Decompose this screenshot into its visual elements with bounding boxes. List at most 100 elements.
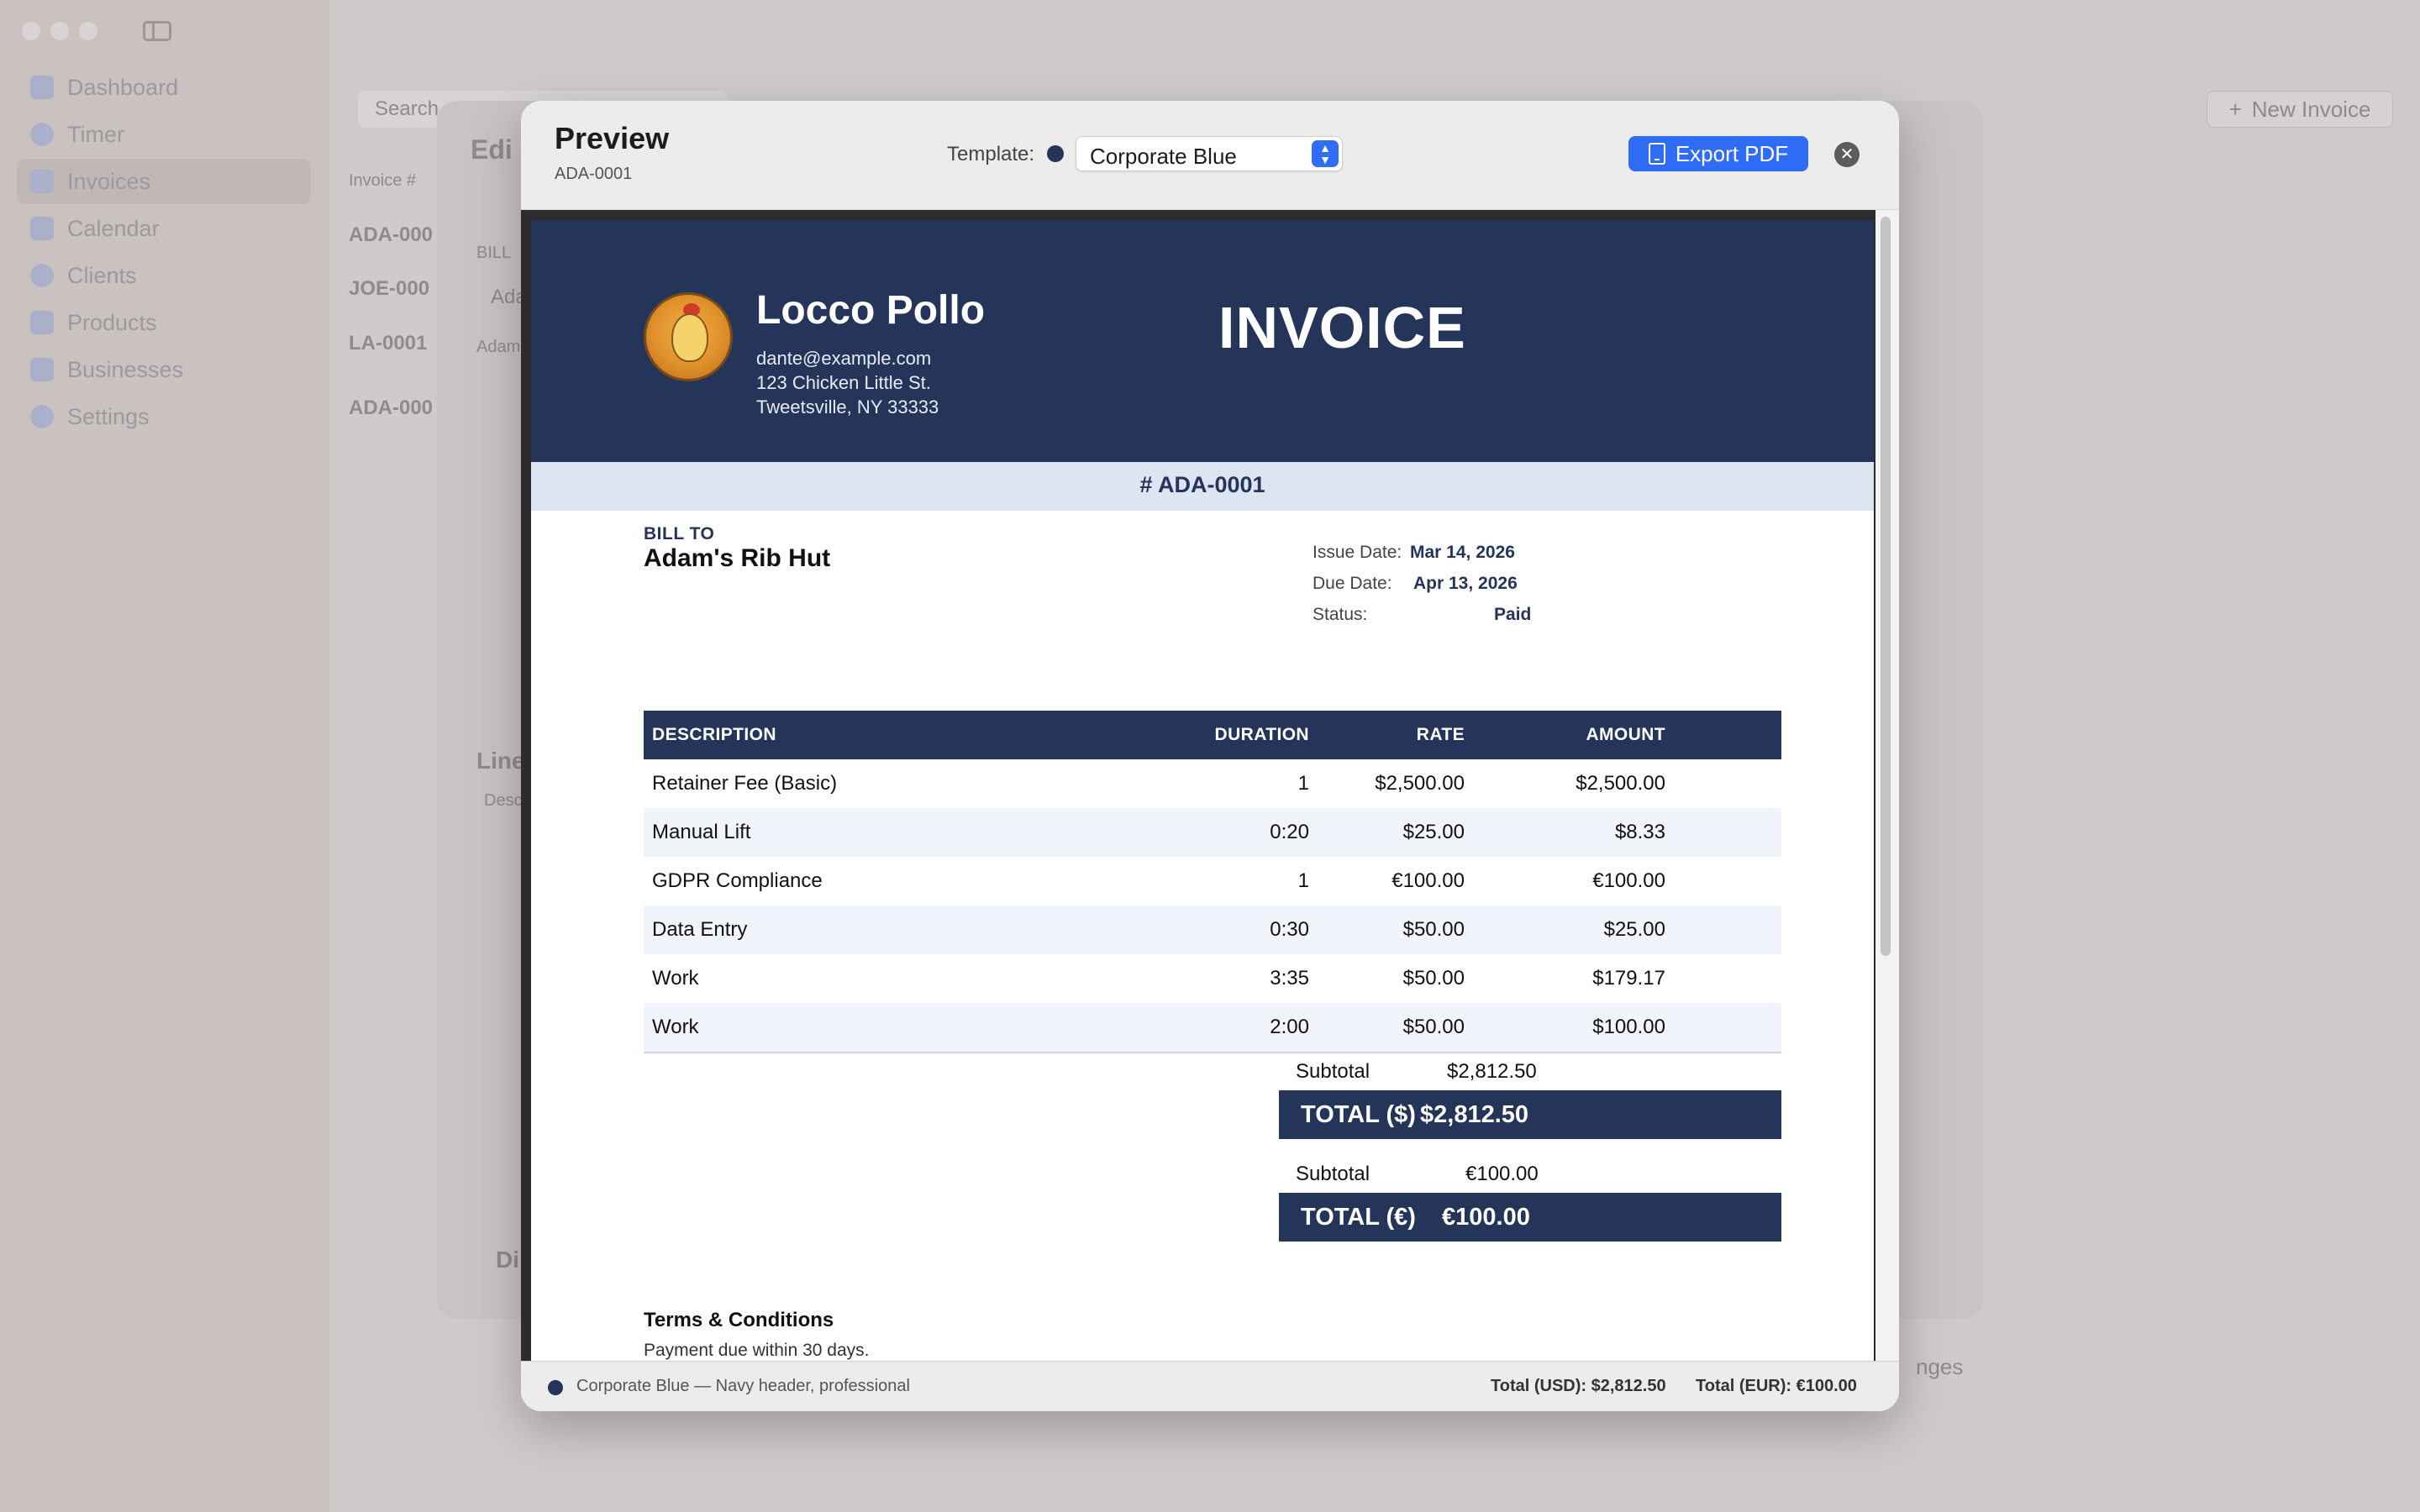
business-address-line2: Tweetsville, NY 33333 [756, 396, 939, 417]
line-items-table: DESCRIPTION DURATION RATE AMOUNT Retaine… [644, 711, 1781, 1053]
modal-header: Preview ADA-0001 Template: Corporate Blu… [521, 101, 1899, 210]
chicken-logo-icon [644, 292, 733, 381]
footer-total-eur: Total (EUR): €100.00 [1696, 1377, 1857, 1395]
invoice-number: # ADA-0001 [1139, 472, 1265, 497]
sidebar-item-businesses[interactable]: Businesses [17, 347, 311, 392]
window-zoom-button[interactable] [79, 22, 97, 40]
terms-title: Terms & Conditions [644, 1309, 834, 1331]
item-description: GDPR Compliance [652, 869, 823, 892]
sidebar-item-calendar[interactable]: Calendar [17, 206, 311, 251]
preview-scroll-area[interactable]: Locco Pollo dante@example.com 123 Chicke… [521, 210, 1899, 1369]
table-divider [644, 1052, 1781, 1053]
new-invoice-button[interactable]: + New Invoice [2207, 91, 2393, 128]
export-document-icon [1648, 143, 1665, 165]
sidebar-toggle-icon[interactable] [143, 21, 171, 41]
terms-text: Payment due within 30 days. [644, 1341, 870, 1360]
chart-icon [30, 76, 54, 99]
new-invoice-label: New Invoice [2251, 96, 2371, 122]
item-rate: $25.00 [1402, 821, 1465, 843]
item-amount: $179.17 [1592, 967, 1665, 990]
sidebar-item-label: Businesses [67, 356, 184, 382]
subtotal-eur-value: €100.00 [1465, 1163, 1539, 1185]
template-color-dot [1047, 145, 1064, 162]
template-select[interactable]: Corporate Blue ▲ ▼ [1076, 136, 1343, 171]
window-minimize-button[interactable] [50, 22, 69, 40]
item-rate: $2,500.00 [1375, 772, 1465, 795]
bill-to-label: BILL TO [644, 524, 715, 543]
client-name: Adam's Rib Hut [644, 544, 831, 572]
business-email: dante@example.com [756, 348, 932, 369]
column-header: RATE [1416, 725, 1465, 744]
column-header: DURATION [1214, 725, 1309, 744]
total-eur-bar: TOTAL (€) €100.00 [1279, 1193, 1781, 1242]
due-date-label: Due Date: [1313, 574, 1392, 593]
item-duration: 0:30 [1270, 918, 1309, 941]
column-header: DESCRIPTION [652, 725, 776, 744]
column-header: AMOUNT [1586, 725, 1665, 744]
item-description: Data Entry [652, 918, 748, 941]
sidebar-item-label: Timer [67, 121, 124, 147]
box-icon [30, 311, 54, 334]
sidebar-item-clients[interactable]: Clients [17, 253, 311, 298]
table-row: Retainer Fee (Basic) 1 $2,500.00 $2,500.… [644, 759, 1781, 808]
export-pdf-button[interactable]: Export PDF [1628, 136, 1808, 171]
sidebar-item-settings[interactable]: Settings [17, 394, 311, 439]
sidebar-item-dashboard[interactable]: Dashboard [17, 65, 311, 110]
item-amount: $25.00 [1603, 918, 1665, 941]
issue-date-value: Mar 14, 2026 [1410, 543, 1515, 562]
building-icon [30, 358, 54, 381]
template-description: Corporate Blue — Navy header, profession… [576, 1377, 910, 1395]
item-duration: 1 [1297, 869, 1309, 892]
sidebar-item-label: Products [67, 309, 157, 335]
table-row: Data Entry 0:30 $50.00 $25.00 [644, 906, 1781, 954]
total-eur-label: TOTAL (€) [1301, 1204, 1416, 1231]
window-close-button[interactable] [22, 22, 40, 40]
invoice-list-item[interactable]: ADA-000 [349, 396, 433, 420]
item-description: Retainer Fee (Basic) [652, 772, 838, 795]
item-duration: 3:35 [1270, 967, 1309, 990]
item-amount: $8.33 [1614, 821, 1665, 843]
invoice-number-band: # ADA-0001 [531, 462, 1874, 511]
invoice-list-item[interactable]: LA-0001 [349, 332, 427, 355]
item-rate: €100.00 [1392, 869, 1465, 892]
clock-icon [30, 123, 54, 146]
gear-icon [30, 405, 54, 428]
sidebar: Dashboard Timer Invoices Calendar Client… [0, 0, 329, 1512]
item-duration: 0:20 [1270, 821, 1309, 843]
calendar-icon [30, 217, 54, 240]
due-date-value: Apr 13, 2026 [1413, 574, 1518, 593]
modal-invoice-number: ADA-0001 [555, 165, 633, 183]
export-pdf-label: Export PDF [1675, 140, 1789, 166]
subtotal-eur-label: Subtotal [1296, 1163, 1370, 1185]
invoice-list-item[interactable]: JOE-000 [349, 277, 429, 301]
invoice-list-item[interactable]: ADA-000 [349, 223, 433, 247]
search-placeholder: Search [375, 97, 439, 120]
item-rate: $50.00 [1402, 1016, 1465, 1038]
table-header: DESCRIPTION DURATION RATE AMOUNT [644, 711, 1781, 759]
scrollbar-thumb[interactable] [1881, 217, 1891, 956]
sidebar-item-timer[interactable]: Timer [17, 112, 311, 157]
subtotal-usd-value: $2,812.50 [1447, 1060, 1537, 1083]
modal-title: Preview [555, 121, 670, 155]
line-items-label: Line [476, 748, 525, 774]
sidebar-item-invoices[interactable]: Invoices [17, 159, 311, 204]
item-description: Work [652, 967, 699, 990]
logo-body [671, 313, 708, 362]
status-label: Status: [1313, 605, 1368, 624]
table-row: Manual Lift 0:20 $25.00 $8.33 [644, 808, 1781, 857]
preview-modal: Preview ADA-0001 Template: Corporate Blu… [521, 101, 1899, 1411]
business-name: Locco Pollo [756, 288, 986, 333]
status-value: Paid [1494, 605, 1532, 624]
chevron-updown-icon: ▲ ▼ [1312, 140, 1339, 167]
people-icon [30, 264, 54, 287]
table-row: Work 3:35 $50.00 $179.17 [644, 954, 1781, 1003]
close-icon[interactable]: ✕ [1834, 142, 1860, 167]
bill-to-label: BILL [476, 244, 512, 262]
total-usd-label: TOTAL ($) [1301, 1101, 1416, 1128]
plus-icon: + [2228, 96, 2242, 122]
sidebar-item-products[interactable]: Products [17, 300, 311, 345]
business-address-line1: 123 Chicken Little St. [756, 372, 931, 393]
item-rate: $50.00 [1402, 918, 1465, 941]
total-eur-value: €100.00 [1442, 1204, 1530, 1231]
table-row: GDPR Compliance 1 €100.00 €100.00 [644, 857, 1781, 906]
